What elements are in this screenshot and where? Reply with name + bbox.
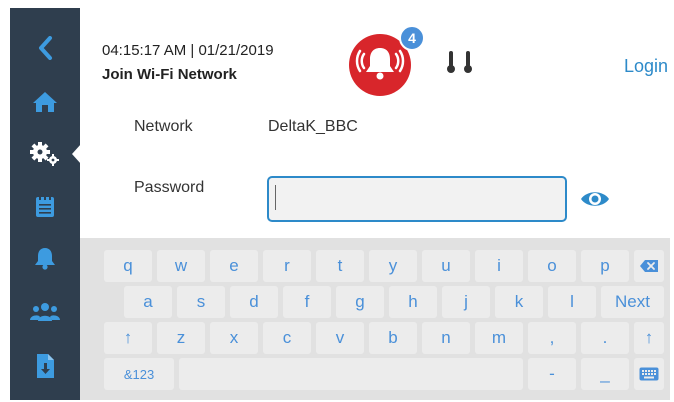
sidebar-item-alarms[interactable]	[10, 232, 80, 284]
key-comma[interactable]: ,	[528, 322, 576, 354]
notepad-icon	[36, 195, 54, 217]
backspace-icon	[640, 260, 658, 272]
sidebar-item-settings[interactable]	[10, 128, 80, 180]
key-h[interactable]: h	[389, 286, 437, 318]
key-w[interactable]: w	[157, 250, 205, 282]
key-c[interactable]: c	[263, 322, 311, 354]
network-label: Network	[134, 118, 193, 135]
key-v[interactable]: v	[316, 322, 364, 354]
sidebar	[10, 8, 81, 400]
text-caret	[275, 185, 276, 210]
next-key[interactable]: Next	[601, 286, 664, 318]
key-period[interactable]: .	[581, 322, 629, 354]
key-dash[interactable]: -	[528, 358, 576, 390]
key-f[interactable]: f	[283, 286, 331, 318]
key-j[interactable]: j	[442, 286, 490, 318]
sidebar-item-users[interactable]	[10, 286, 80, 338]
key-g[interactable]: g	[336, 286, 384, 318]
back-button[interactable]	[10, 22, 80, 74]
space-key[interactable]	[179, 358, 523, 390]
shift-key-left[interactable]: ↑	[104, 322, 152, 354]
keyboard-icon	[639, 367, 659, 381]
key-r[interactable]: r	[263, 250, 311, 282]
users-icon	[30, 303, 60, 321]
key-a[interactable]: a	[124, 286, 172, 318]
key-l[interactable]: l	[548, 286, 596, 318]
key-o[interactable]: o	[528, 250, 576, 282]
key-t[interactable]: t	[316, 250, 364, 282]
hide-keyboard-key[interactable]	[634, 358, 664, 390]
password-label: Password	[134, 179, 205, 196]
network-value: DeltaK_BBC	[268, 118, 358, 135]
key-i[interactable]: i	[475, 250, 523, 282]
key-x[interactable]: x	[210, 322, 258, 354]
backspace-key[interactable]	[634, 250, 664, 282]
key-e[interactable]: e	[210, 250, 258, 282]
on-screen-keyboard: q w e r t y u i o p a s d f g h j k l Ne…	[80, 238, 670, 400]
document-download-icon	[37, 354, 54, 378]
settings-gears-icon	[30, 142, 59, 166]
key-z[interactable]: z	[157, 322, 205, 354]
key-p[interactable]: p	[581, 250, 629, 282]
active-item-indicator	[72, 144, 81, 164]
sidebar-item-notes[interactable]	[10, 180, 80, 232]
bell-icon	[35, 248, 55, 270]
sidebar-item-home[interactable]	[10, 76, 80, 128]
shift-key-right[interactable]: ↑	[634, 322, 664, 354]
key-d[interactable]: d	[230, 286, 278, 318]
password-input[interactable]	[267, 176, 567, 222]
home-icon	[33, 92, 57, 112]
key-underscore[interactable]: _	[581, 358, 629, 390]
app-window: 04:15:17 AM | 01/21/2019 Join Wi-Fi Netw…	[10, 8, 670, 400]
page-title: Join Wi-Fi Network	[102, 66, 237, 83]
show-password-eye-icon[interactable]	[580, 189, 610, 209]
key-m[interactable]: m	[475, 322, 523, 354]
key-n[interactable]: n	[422, 322, 470, 354]
back-arrow-icon	[39, 36, 52, 60]
key-k[interactable]: k	[495, 286, 543, 318]
alarm-count-badge: 4	[399, 25, 425, 51]
key-y[interactable]: y	[369, 250, 417, 282]
datetime-label: 04:15:17 AM | 01/21/2019	[102, 42, 274, 59]
key-s[interactable]: s	[177, 286, 225, 318]
login-link[interactable]: Login	[624, 56, 668, 77]
key-u[interactable]: u	[422, 250, 470, 282]
symbols-key[interactable]: &123	[104, 358, 174, 390]
key-b[interactable]: b	[369, 322, 417, 354]
key-q[interactable]: q	[104, 250, 152, 282]
thermometer-icon	[447, 51, 472, 73]
sidebar-item-reports[interactable]	[10, 340, 80, 392]
